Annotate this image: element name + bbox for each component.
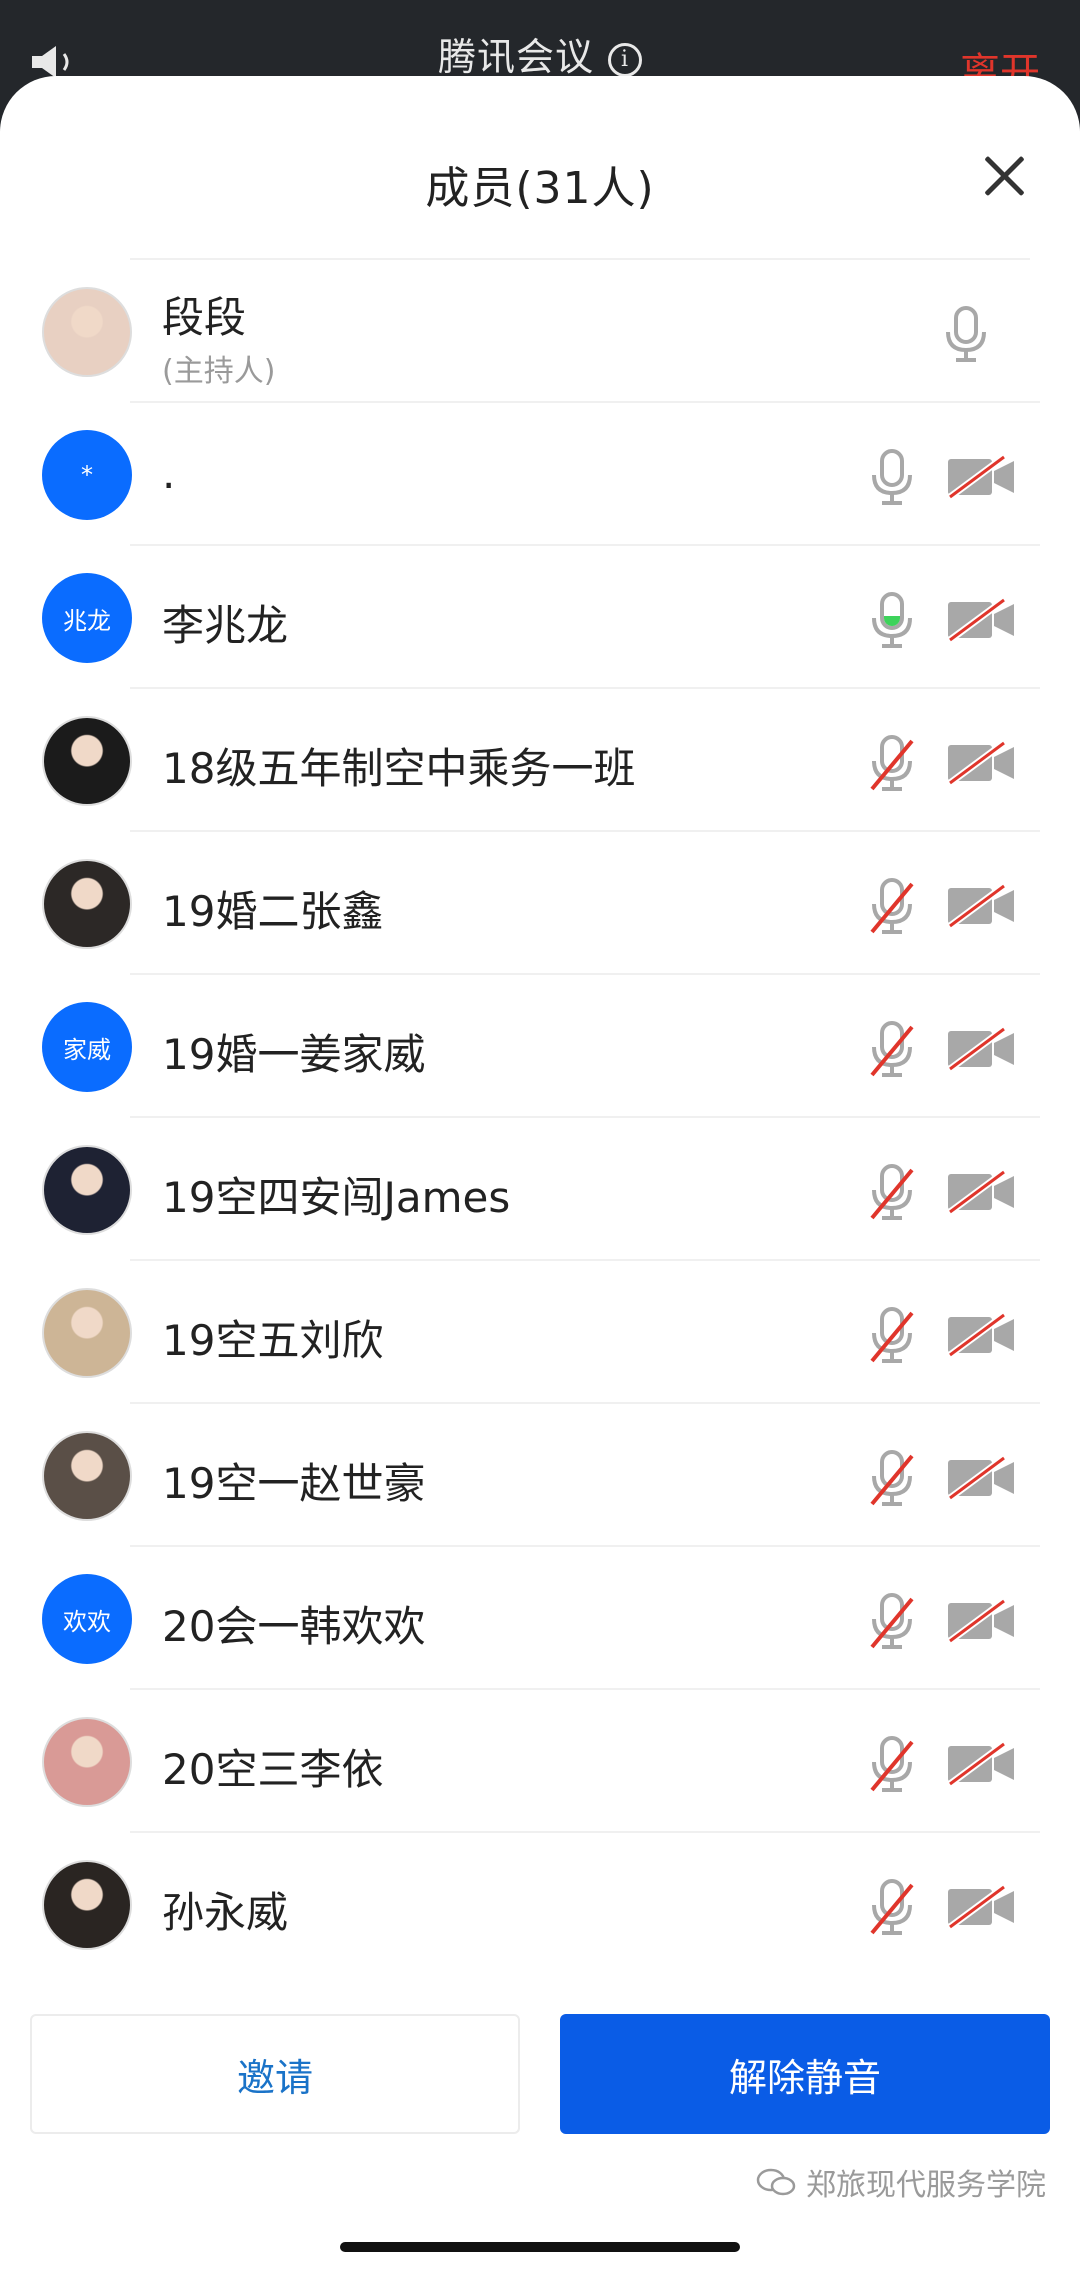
watermark-text: 郑旅现代服务学院 bbox=[806, 2168, 1046, 2203]
member-name: 孙永威 bbox=[162, 1888, 289, 1937]
avatar: 欢欢 bbox=[42, 1574, 132, 1664]
camera-off-icon[interactable] bbox=[946, 1883, 1016, 1931]
member-row[interactable]: 兆龙 李兆龙 bbox=[0, 546, 1080, 689]
member-row[interactable]: 19婚二张鑫 bbox=[0, 832, 1080, 975]
close-icon[interactable] bbox=[982, 154, 1026, 198]
avatar bbox=[42, 1288, 132, 1378]
member-name: 19空四安闯James bbox=[162, 1173, 511, 1222]
member-row[interactable]: 欢欢 20会一韩欢欢 bbox=[0, 1547, 1080, 1690]
member-row[interactable]: 20空三李依 bbox=[0, 1690, 1080, 1833]
member-name: 18级五年制空中乘务一班 bbox=[162, 744, 636, 793]
meeting-title: 腾讯会议 i bbox=[0, 26, 1080, 81]
mic-muted-icon[interactable] bbox=[864, 1591, 920, 1653]
member-name: 19空一赵世豪 bbox=[162, 1459, 426, 1508]
mic-muted-icon[interactable] bbox=[864, 876, 920, 938]
member-name: 20会一韩欢欢 bbox=[162, 1602, 426, 1651]
mic-speaking-icon[interactable] bbox=[864, 590, 920, 652]
camera-off-icon[interactable] bbox=[946, 882, 1016, 930]
mic-muted-icon[interactable] bbox=[864, 1448, 920, 1510]
camera-off-icon[interactable] bbox=[946, 1454, 1016, 1502]
member-name: 20空三李依 bbox=[162, 1745, 384, 1794]
avatar bbox=[42, 716, 132, 806]
avatar bbox=[42, 1431, 132, 1521]
member-row[interactable]: 孙永威 bbox=[0, 1833, 1080, 1976]
member-role: (主持人) bbox=[162, 354, 276, 389]
camera-off-icon[interactable] bbox=[946, 1311, 1016, 1359]
member-list: 段段 (主持人) *. 兆龙 李兆龙 18级五年制空中乘务一班 19婚二张鑫 家威 19婚一姜家… bbox=[0, 260, 1080, 1976]
watermark: 郑旅现代服务学院 bbox=[756, 2160, 1046, 2204]
camera-off-icon[interactable] bbox=[946, 1025, 1016, 1073]
member-name: 19婚二张鑫 bbox=[162, 887, 384, 936]
mic-icon[interactable] bbox=[864, 447, 920, 509]
avatar: * bbox=[42, 430, 132, 520]
member-name: . bbox=[162, 449, 176, 498]
camera-off-icon[interactable] bbox=[946, 453, 1016, 501]
mic-muted-icon[interactable] bbox=[864, 1877, 920, 1939]
avatar: 家威 bbox=[42, 1002, 132, 1092]
member-name: 段段 bbox=[162, 293, 247, 342]
avatar bbox=[42, 859, 132, 949]
member-row[interactable]: 19空一赵世豪 bbox=[0, 1404, 1080, 1547]
wechat-icon bbox=[756, 2168, 796, 2196]
avatar bbox=[42, 1717, 132, 1807]
member-name: 19空五刘欣 bbox=[162, 1316, 384, 1365]
member-row[interactable]: 段段 (主持人) bbox=[0, 260, 1080, 403]
member-row[interactable]: 18级五年制空中乘务一班 bbox=[0, 689, 1080, 832]
info-icon[interactable]: i bbox=[608, 43, 642, 77]
member-row[interactable]: 家威 19婚一姜家威 bbox=[0, 975, 1080, 1118]
camera-off-icon[interactable] bbox=[946, 596, 1016, 644]
unmute-button[interactable]: 解除静音 bbox=[560, 2014, 1050, 2134]
invite-button[interactable]: 邀请 bbox=[30, 2014, 520, 2134]
camera-off-icon[interactable] bbox=[946, 1740, 1016, 1788]
mic-muted-icon[interactable] bbox=[864, 1305, 920, 1367]
avatar: 兆龙 bbox=[42, 573, 132, 663]
avatar bbox=[42, 287, 132, 377]
avatar bbox=[42, 1860, 132, 1950]
camera-off-icon[interactable] bbox=[946, 1597, 1016, 1645]
home-indicator[interactable] bbox=[340, 2242, 740, 2252]
mic-muted-icon[interactable] bbox=[864, 1734, 920, 1796]
members-panel: 成员(31人) 段段 (主持人) *. 兆龙 李兆龙 18级五年制空中乘务一班 19婚二张鑫… bbox=[0, 76, 1080, 2272]
mic-muted-icon[interactable] bbox=[864, 1019, 920, 1081]
member-row[interactable]: 19空四安闯James bbox=[0, 1118, 1080, 1261]
mic-icon[interactable] bbox=[938, 304, 994, 366]
camera-off-icon[interactable] bbox=[946, 739, 1016, 787]
avatar bbox=[42, 1145, 132, 1235]
camera-off-icon[interactable] bbox=[946, 1168, 1016, 1216]
mic-muted-icon[interactable] bbox=[864, 733, 920, 795]
mic-muted-icon[interactable] bbox=[864, 1162, 920, 1224]
member-name: 19婚一姜家威 bbox=[162, 1030, 426, 1079]
member-row[interactable]: *. bbox=[0, 403, 1080, 546]
member-name: 李兆龙 bbox=[162, 601, 289, 650]
member-row[interactable]: 19空五刘欣 bbox=[0, 1261, 1080, 1404]
members-panel-header: 成员(31人) bbox=[0, 76, 1080, 260]
meeting-title-text: 腾讯会议 bbox=[437, 35, 594, 79]
members-panel-title: 成员(31人) bbox=[425, 163, 655, 214]
